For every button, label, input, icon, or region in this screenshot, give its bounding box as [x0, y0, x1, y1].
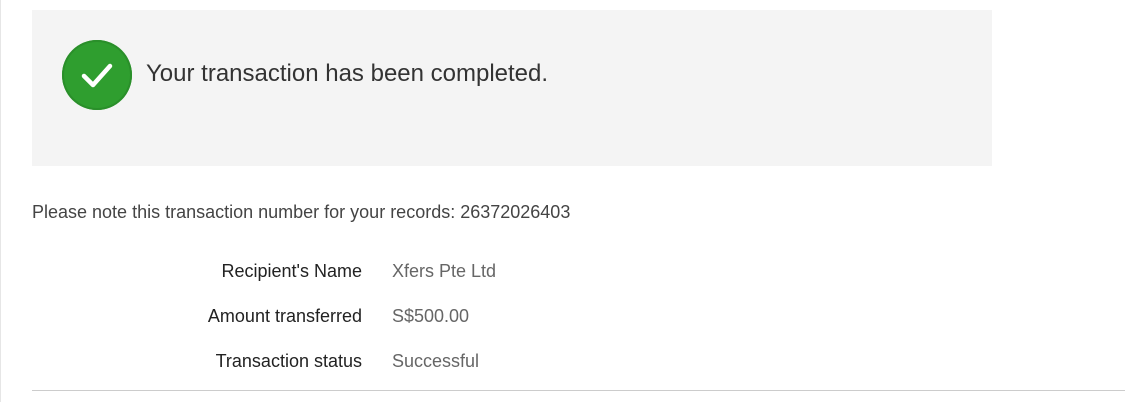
transaction-details: Recipient's Name Xfers Pte Ltd Amount tr… [32, 256, 632, 391]
success-banner: Your transaction has been completed. [32, 10, 992, 166]
checkmark-icon [81, 63, 113, 88]
detail-row-amount: Amount transferred S$500.00 [32, 301, 632, 346]
divider [32, 390, 1125, 391]
detail-row-recipient: Recipient's Name Xfers Pte Ltd [32, 256, 632, 301]
detail-row-status: Transaction status Successful [32, 346, 632, 391]
check-circle-icon [62, 40, 132, 110]
recipient-name-label: Recipient's Name [221, 261, 363, 281]
recipient-name-value: Xfers Pte Ltd [392, 261, 497, 281]
success-message: Your transaction has been completed. [146, 60, 549, 87]
left-border [0, 0, 1, 402]
amount-transferred-label: Amount transferred [207, 306, 362, 326]
transaction-status-value: Successful [392, 351, 480, 371]
transaction-number-note: Please note this transaction number for … [32, 202, 571, 222]
amount-transferred-value: S$500.00 [392, 306, 470, 326]
transaction-status-label: Transaction status [215, 351, 362, 371]
